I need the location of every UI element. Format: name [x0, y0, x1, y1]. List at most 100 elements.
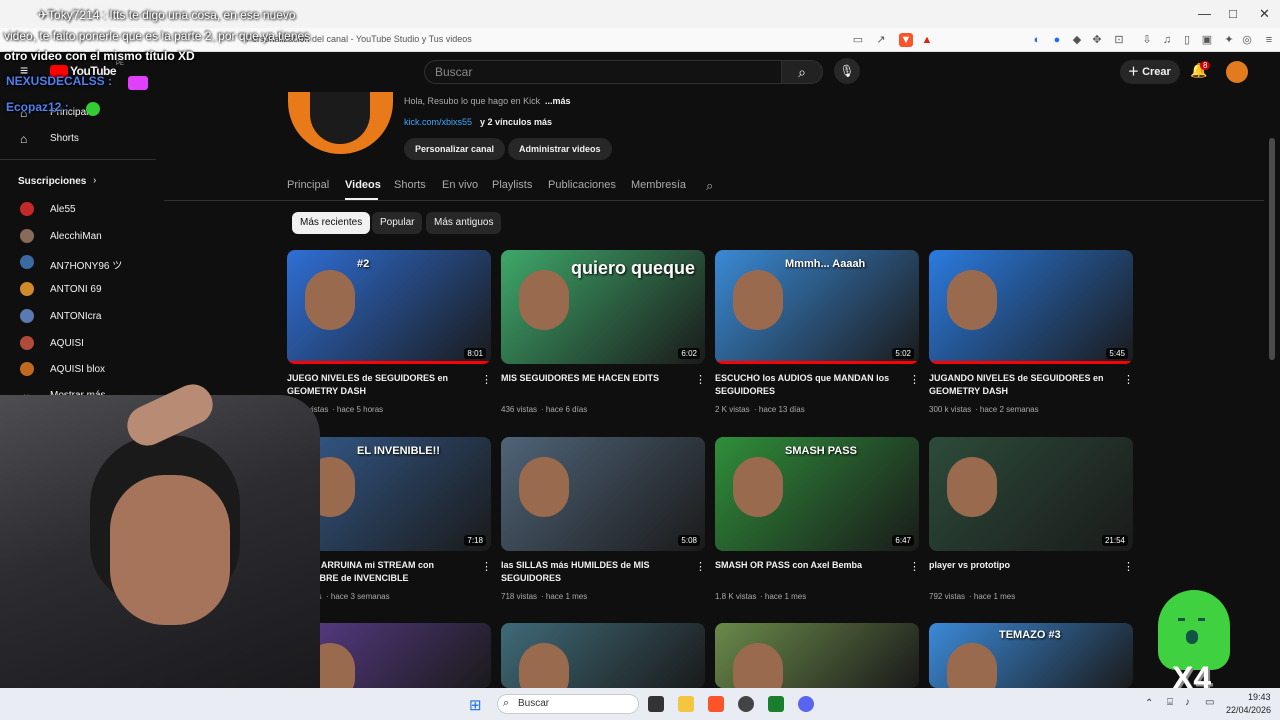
manage-videos-button[interactable]: Administrar videos: [508, 138, 612, 160]
video-views: 718 vistas: [501, 592, 538, 601]
brave-browser-icon[interactable]: [708, 696, 724, 712]
video-title[interactable]: JUEGO NIVELES de SEGUIDORES en GEOMETRY …: [287, 372, 473, 398]
video-thumbnail[interactable]: SMASH PASS 6:47: [715, 437, 919, 551]
more-actions-icon[interactable]: ⋮: [481, 373, 492, 386]
more-actions-icon[interactable]: ⋮: [481, 560, 492, 573]
clock-date[interactable]: 22/04/2026: [1226, 705, 1271, 715]
more-actions-icon[interactable]: ⋮: [1123, 560, 1134, 573]
video-thumbnail[interactable]: #2 8:01: [287, 250, 491, 364]
channel-link[interactable]: kick.com/xbixs55: [404, 117, 472, 127]
more-actions-icon[interactable]: ⋮: [695, 560, 706, 573]
more-actions-icon[interactable]: ⋮: [909, 560, 920, 573]
create-button[interactable]: ＋ Crear: [1120, 60, 1180, 84]
tab-4[interactable]: Playlists: [492, 179, 532, 191]
close-icon[interactable]: ✕: [1259, 6, 1270, 22]
tab-0[interactable]: Principal: [287, 179, 329, 191]
video-title[interactable]: player vs prototipo: [929, 559, 1115, 572]
sidebar-item-label[interactable]: Shorts: [50, 133, 79, 144]
more-actions-icon[interactable]: ⋮: [909, 373, 920, 386]
search-icon: ⌕: [798, 64, 806, 80]
leo-icon[interactable]: ✦: [1222, 33, 1236, 47]
cast-icon[interactable]: ▭: [851, 33, 865, 47]
windows-taskbar: [0, 688, 1280, 720]
discord-icon[interactable]: [798, 696, 814, 712]
channel-avatar[interactable]: [288, 92, 393, 154]
video-title[interactable]: las SILLAS más HUMILDES de MIS SEGUIDORE…: [501, 559, 687, 585]
share-icon[interactable]: ↗: [874, 33, 888, 47]
brave-shield-icon[interactable]: ▼: [899, 33, 913, 47]
chat-line: otro video con el mismo título XD: [4, 49, 195, 63]
screenshot-icon[interactable]: ⊡: [1112, 33, 1126, 47]
download-icon[interactable]: ⇩: [1140, 33, 1154, 47]
filter-chip[interactable]: Más antiguos: [426, 212, 502, 234]
customize-channel-button[interactable]: Personalizar canal: [404, 138, 506, 160]
tab-3[interactable]: En vivo: [442, 179, 478, 191]
description-more-link[interactable]: ...más: [545, 96, 571, 106]
video-title[interactable]: JUGANDO NIVELES de SEGUIDORES en GEOMETR…: [929, 372, 1115, 398]
video-thumbnail[interactable]: quiero queque 6:02: [501, 250, 705, 364]
tab-6[interactable]: Membresía: [631, 179, 686, 191]
sidebar-item-subscription[interactable]: ANTONIcra: [50, 311, 102, 322]
scrollbar-thumb[interactable]: [1269, 138, 1275, 360]
more-actions-icon[interactable]: ⋮: [695, 373, 706, 386]
vpn-icon[interactable]: ◎: [1240, 33, 1254, 47]
video-title[interactable]: SMASH OR PASS con Axel Bemba: [715, 559, 901, 572]
sidebar-item-subscription[interactable]: AN7HONY96 ツ: [50, 257, 122, 272]
translate-icon[interactable]: ◐: [1030, 33, 1044, 47]
channel-description: Hola, Resubo lo que hago en Kick: [404, 96, 541, 106]
music-icon[interactable]: ♫: [1160, 33, 1174, 47]
maximize-icon[interactable]: □: [1229, 6, 1237, 21]
tab-1[interactable]: Videos: [345, 179, 381, 191]
create-label: Crear: [1142, 66, 1171, 78]
taskbar-search-input[interactable]: Buscar: [497, 694, 639, 714]
sidebar-item-subscription[interactable]: Ale55: [50, 204, 76, 215]
more-links[interactable]: y 2 vínculos más: [480, 117, 552, 127]
windows-start-icon[interactable]: ⊞: [469, 696, 482, 714]
video-thumbnail[interactable]: TEMAZO #3: [929, 623, 1133, 688]
menu-icon[interactable]: ≡: [1262, 33, 1276, 47]
obs-icon[interactable]: [738, 696, 754, 712]
video-thumbnail[interactable]: 21:54: [929, 437, 1133, 551]
terminal-icon[interactable]: [768, 696, 784, 712]
sidebar-icon[interactable]: ▯: [1180, 33, 1194, 47]
video-thumbnail[interactable]: 5:08: [501, 437, 705, 551]
volume-icon[interactable]: ♪: [1185, 697, 1190, 708]
sidebar-item-subscription[interactable]: AQUISI blox: [50, 364, 105, 375]
battery-icon[interactable]: ▭: [1205, 697, 1214, 708]
video-title[interactable]: ESCUCHO los AUDIOS que MANDAN los SEGUID…: [715, 372, 901, 398]
subscriptions-heading[interactable]: Suscripciones: [18, 176, 86, 187]
account-avatar[interactable]: [1226, 61, 1248, 83]
chevron-right-icon[interactable]: ›: [93, 175, 96, 186]
extension-icon[interactable]: ◆: [1070, 33, 1084, 47]
chevron-up-icon[interactable]: ⌃: [1145, 698, 1153, 709]
thumbnail-person: [733, 457, 783, 517]
alert-icon[interactable]: ▲: [920, 33, 934, 47]
minimize-icon[interactable]: —: [1198, 6, 1211, 21]
clock-time[interactable]: 19:43: [1248, 692, 1271, 702]
video-thumbnail[interactable]: Mmmh... Aaaah 5:02: [715, 250, 919, 364]
task-view-icon[interactable]: [648, 696, 664, 712]
sidebar-item-subscription[interactable]: AlecchiMan: [50, 231, 102, 242]
more-actions-icon[interactable]: ⋮: [1123, 373, 1134, 386]
video-thumbnail[interactable]: 5:45: [929, 250, 1133, 364]
video-thumbnail[interactable]: [715, 623, 919, 688]
sidebar-item-subscription[interactable]: AQUISI: [50, 338, 84, 349]
voice-search-button[interactable]: 🎙: [834, 58, 860, 84]
puzzle-icon[interactable]: ✥: [1090, 33, 1104, 47]
tab-5[interactable]: Publicaciones: [548, 179, 616, 191]
file-explorer-icon[interactable]: [678, 696, 694, 712]
filter-chip[interactable]: Más recientes: [292, 212, 371, 234]
filter-chip[interactable]: Popular: [372, 212, 423, 234]
network-icon[interactable]: ⌸: [1167, 697, 1173, 708]
sidebar-item-subscription[interactable]: ANTONI 69: [50, 284, 102, 295]
video-title[interactable]: MIS SEGUIDORES ME HACEN EDITS: [501, 372, 687, 385]
wallet-icon[interactable]: ▣: [1200, 33, 1214, 47]
channel-search-icon[interactable]: ⌕: [706, 178, 713, 194]
search-button[interactable]: ⌕: [781, 60, 823, 84]
search-input[interactable]: Buscar: [424, 60, 782, 84]
thumbnail-person: [519, 270, 569, 330]
tab-2[interactable]: Shorts: [394, 179, 426, 191]
video-thumbnail[interactable]: [501, 623, 705, 688]
extension-icon[interactable]: ●: [1050, 33, 1064, 47]
video-duration: 5:08: [678, 535, 700, 546]
